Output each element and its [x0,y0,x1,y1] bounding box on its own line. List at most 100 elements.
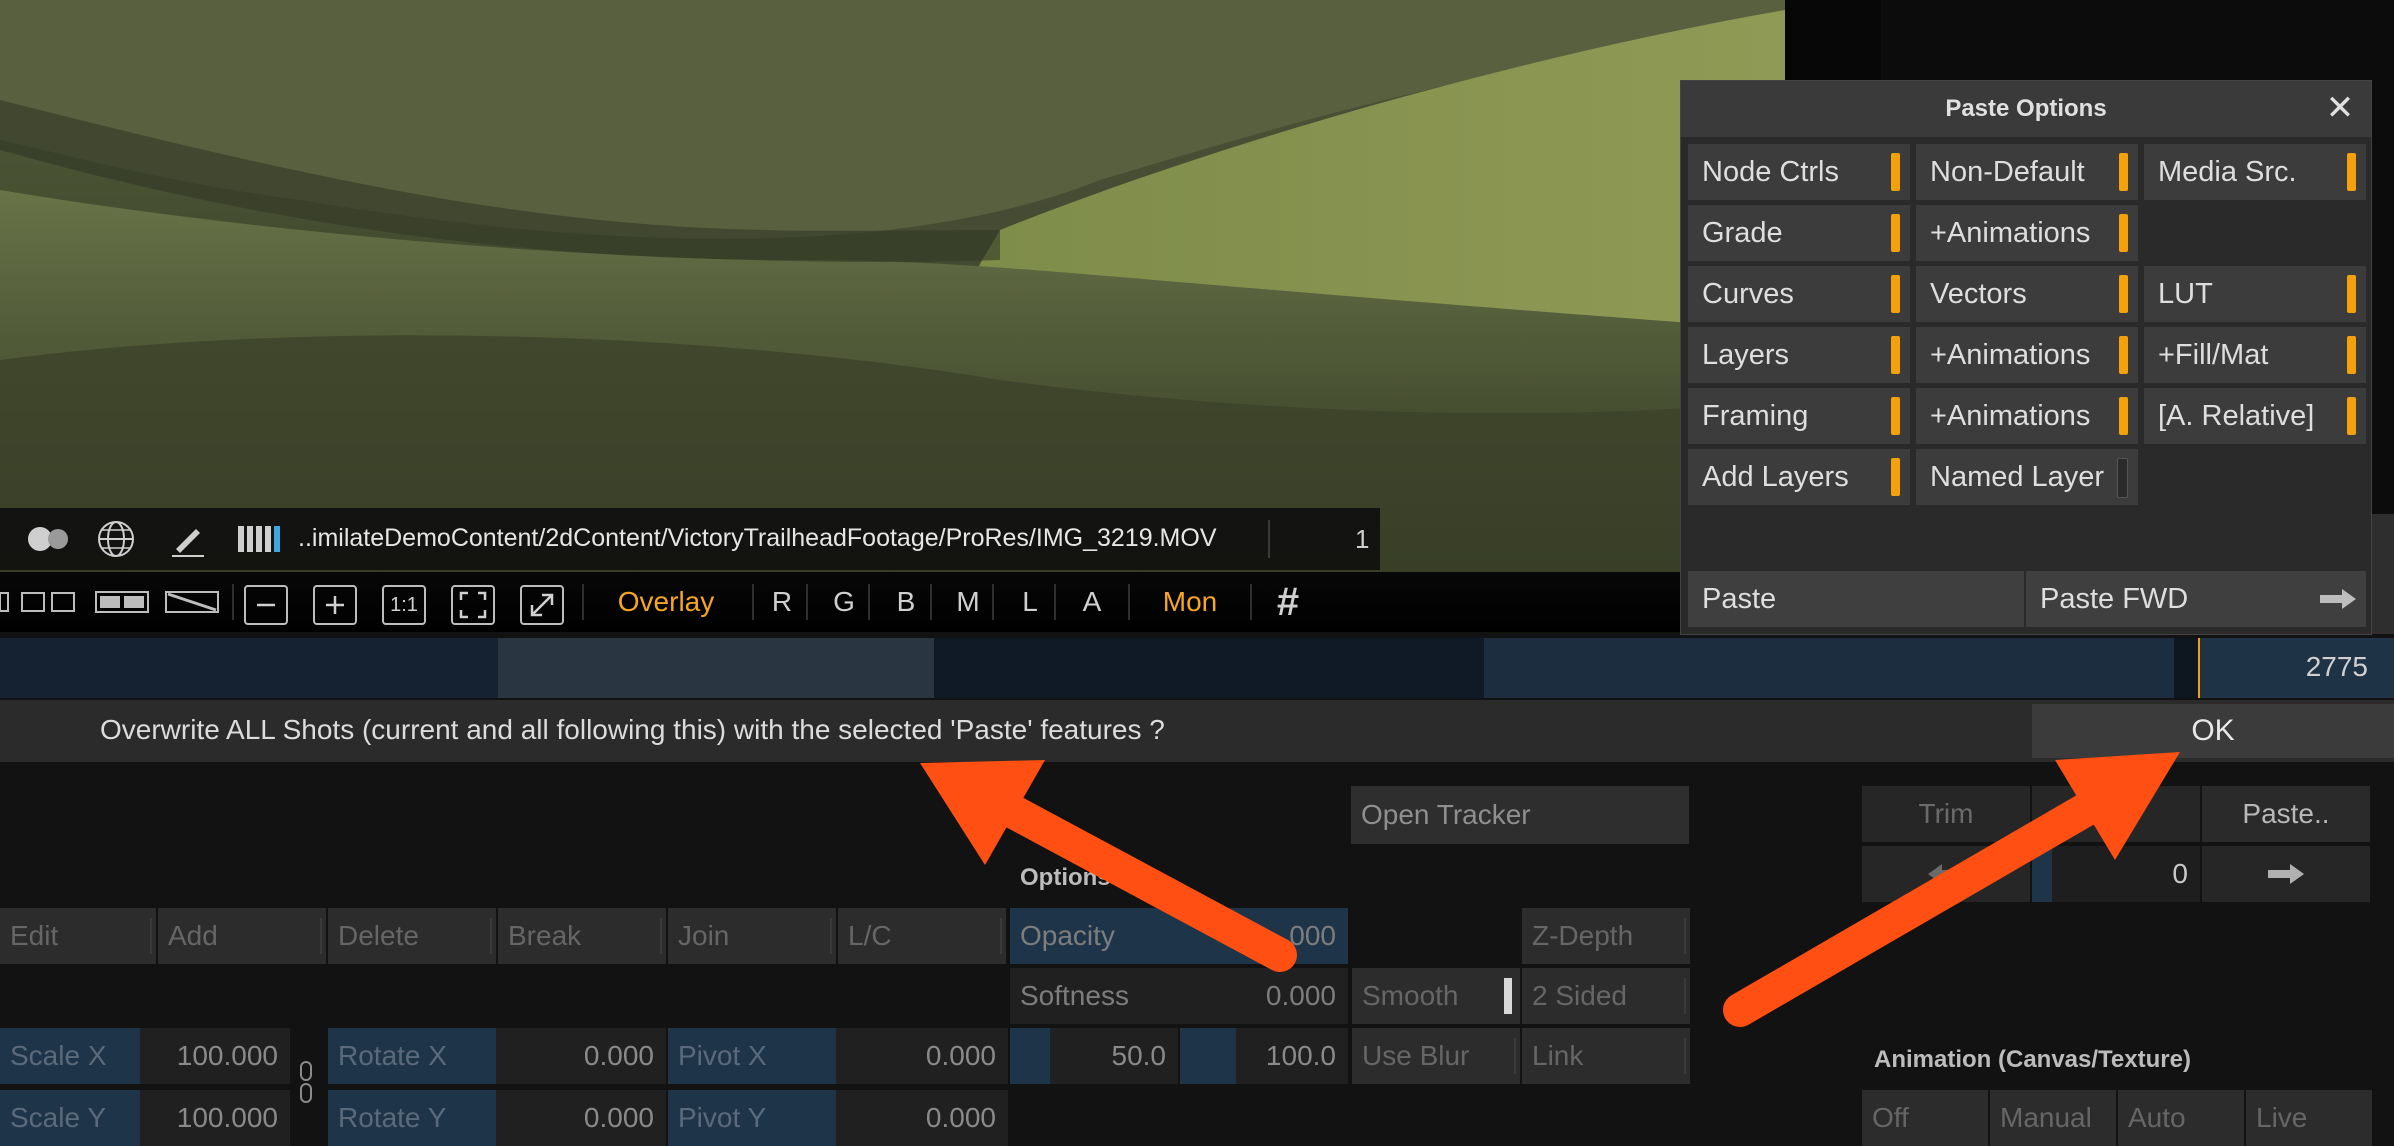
side-by-side-icon[interactable] [94,580,150,624]
frame-number: 1 [1355,524,1370,554]
add-layers-toggle[interactable]: Add Layers [1688,449,1910,505]
pivot-x-label: Pivot X [668,1028,836,1084]
pivot-y-label: Pivot Y [668,1090,836,1146]
use-blur-toggle[interactable]: Use Blur [1352,1028,1520,1084]
pivot-x-field[interactable]: 0.000 [836,1028,1008,1084]
arrow-right-icon [2268,864,2304,884]
anim-manual-button[interactable]: Manual [1990,1090,2116,1146]
break-button[interactable]: Break [498,908,666,964]
split-compare-icon[interactable] [18,580,80,624]
channel-g-button[interactable]: G [824,580,864,624]
two-sided-toggle[interactable]: 2 Sided [1522,968,1690,1024]
zoom-1to1-button[interactable]: 1:1 [382,585,426,625]
arrow-right-icon [2320,589,2356,609]
paste-options-title: Paste Options [1681,81,2371,137]
fit-icon[interactable] [451,585,495,625]
layers-animations-toggle[interactable]: +Animations [1916,327,2138,383]
layers-toggle[interactable]: Layers [1688,327,1910,383]
link-toggle[interactable]: Link [1522,1028,1690,1084]
anim-live-button[interactable]: Live [2246,1090,2372,1146]
lut-toggle[interactable]: LUT [2144,266,2366,322]
playback-dots-icon[interactable] [26,522,72,556]
blur-a-field[interactable]: 50.0 [1010,1028,1178,1084]
opacity-field[interactable]: Opacity .000 [1010,908,1348,964]
globe-icon[interactable] [96,521,136,557]
fill-mat-toggle[interactable]: +Fill/Mat [2144,327,2366,383]
channel-b-button[interactable]: B [886,580,926,624]
delete-button[interactable]: Delete [328,908,496,964]
node-ctrls-toggle[interactable]: Node Ctrls [1688,144,1910,200]
viewer-info-bar: ..imilateDemoContent/2dContent/VictoryTr… [0,508,1380,570]
edit-button[interactable]: Edit [0,908,156,964]
lc-button[interactable]: L/C [838,908,1006,964]
zoom-in-icon[interactable] [313,585,357,625]
animation-label: Animation (Canvas/Texture) [1874,1046,2191,1073]
grade-toggle[interactable]: Grade [1688,205,1910,261]
scale-x-field[interactable]: 100.000 [140,1028,290,1084]
fullscreen-icon[interactable] [520,585,564,625]
copy-button[interactable]: op [2032,786,2200,842]
bars-icon[interactable] [236,522,282,556]
timeline-shot[interactable] [498,638,934,698]
prev-arrow-button[interactable] [1862,846,2030,902]
paste-button[interactable]: Paste [1688,571,2024,627]
viewer-toolbar: 1:1 Overlay R G B M L A Mon # [0,572,1680,632]
smooth-toggle[interactable]: Smooth [1352,968,1520,1024]
overwrite-confirm-bar: Overwrite ALL Shots (current and all fol… [0,700,2394,762]
z-depth-button[interactable]: Z-Depth [1522,908,1690,964]
a-relative-toggle[interactable]: [A. Relative] [2144,388,2366,444]
counter-field[interactable]: 0 [2032,846,2200,902]
ok-button[interactable]: OK [2032,704,2394,758]
add-button[interactable]: Add [158,908,326,964]
timeline-shot[interactable] [0,638,498,698]
viewer-image [0,0,1785,580]
grid-icon[interactable]: # [1266,580,1310,624]
overwrite-message: Overwrite ALL Shots (current and all fol… [100,714,1165,745]
anim-auto-button[interactable]: Auto [2118,1090,2244,1146]
anim-off-button[interactable]: Off [1862,1090,1988,1146]
media-src-toggle[interactable]: Media Src. [2144,144,2366,200]
pivot-y-field[interactable]: 0.000 [836,1090,1008,1146]
rotate-y-field[interactable]: 0.000 [496,1090,666,1146]
open-tracker-button[interactable]: Open Tracker [1351,786,1689,844]
compare-icon[interactable] [0,580,12,624]
scale-y-label: Scale Y [0,1090,140,1146]
link-chain-icon[interactable] [298,1060,314,1110]
softness-field[interactable]: Softness 0.000 [1010,968,1348,1024]
framing-toggle[interactable]: Framing [1688,388,1910,444]
timeline-shot[interactable] [1484,638,2174,698]
channel-r-button[interactable]: R [762,580,802,624]
zoom-out-icon[interactable] [244,585,288,625]
trim-button[interactable]: Trim [1862,786,2030,842]
paste-dots-button[interactable]: Paste.. [2202,786,2370,842]
channel-m-button[interactable]: M [948,580,988,624]
paste-options-panel: Paste Options ✕ Node Ctrls Non-Default M… [1680,80,2372,635]
channel-l-button[interactable]: L [1010,580,1050,624]
rotate-x-label: Rotate X [328,1028,496,1084]
media-path: ..imilateDemoContent/2dContent/VictoryTr… [298,524,1217,552]
pencil-icon[interactable] [168,522,208,557]
paste-fwd-button[interactable]: Paste FWD [2026,571,2366,627]
scale-y-field[interactable]: 100.000 [140,1090,290,1146]
grade-animations-toggle[interactable]: +Animations [1916,205,2138,261]
join-button[interactable]: Join [668,908,836,964]
timeline-shot[interactable] [934,638,1484,698]
rotate-x-field[interactable]: 0.000 [496,1028,666,1084]
wipe-icon[interactable] [164,580,220,624]
vectors-toggle[interactable]: Vectors [1916,266,2138,322]
mon-button[interactable]: Mon [1150,580,1230,624]
blur-b-field[interactable]: 100.0 [1180,1028,1348,1084]
timeline-shot[interactable] [2174,638,2198,698]
channel-a-button[interactable]: A [1072,580,1112,624]
overlay-button[interactable]: Overlay [598,580,734,624]
next-arrow-button[interactable] [2202,846,2370,902]
arrow-left-icon [1928,864,1964,884]
timeline-frame: 2775 [2305,651,2368,682]
curves-toggle[interactable]: Curves [1688,266,1910,322]
timeline-track[interactable]: 2775 [0,638,2394,698]
close-icon[interactable]: ✕ [2321,89,2359,127]
scale-x-label: Scale X [0,1028,140,1084]
named-layer-toggle[interactable]: Named Layer [1916,449,2138,505]
non-default-toggle[interactable]: Non-Default [1916,144,2138,200]
framing-animations-toggle[interactable]: +Animations [1916,388,2138,444]
